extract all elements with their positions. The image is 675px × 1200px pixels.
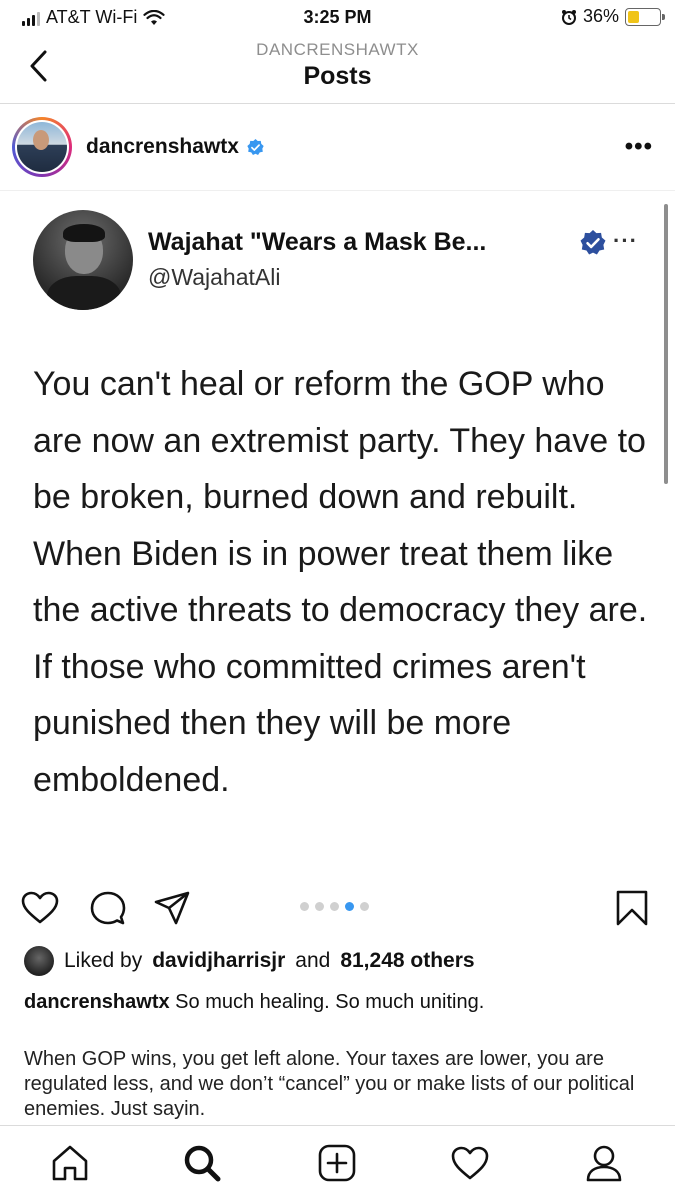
tweet-avatar <box>33 210 133 310</box>
new-post-icon <box>318 1144 356 1182</box>
share-button[interactable] <box>152 888 192 928</box>
caption-body: When GOP wins, you get left alone. Your … <box>24 1048 635 1120</box>
tab-search[interactable] <box>177 1138 227 1188</box>
tab-new-post[interactable] <box>312 1138 362 1188</box>
verified-badge-icon <box>247 138 264 155</box>
caption-username[interactable]: dancrenshawtx <box>24 991 170 1013</box>
carousel-dot <box>360 902 369 911</box>
tweet-handle: @WajahatAli <box>148 264 281 290</box>
bookmark-icon <box>616 890 648 926</box>
carousel-dot <box>300 902 309 911</box>
carousel-dots <box>300 902 369 911</box>
likes-count[interactable]: 81,248 others <box>340 949 474 973</box>
battery-fill <box>628 10 639 23</box>
tweet-verified-icon <box>580 230 606 255</box>
likes-prefix: Liked by <box>64 949 143 972</box>
caption: dancrenshawtx So much healing. So much u… <box>24 990 654 1015</box>
post-actions <box>0 880 675 936</box>
post-image[interactable]: Wajahat "Wears a Mask Be... ··· @Wajahat… <box>0 192 675 862</box>
activity-icon <box>451 1146 489 1180</box>
post-header: dancrenshawtx ••• <box>0 105 675 191</box>
more-options-button[interactable]: ••• <box>625 135 653 159</box>
avatar-image <box>17 122 67 172</box>
profile-icon <box>586 1145 622 1182</box>
share-icon <box>154 891 190 925</box>
battery-icon <box>625 7 665 26</box>
comment-button[interactable] <box>88 888 128 928</box>
page-title: Posts <box>303 62 372 90</box>
carousel-dot <box>330 902 339 911</box>
tab-home[interactable] <box>45 1138 95 1188</box>
tweet-text: You can't heal or reform the GOP who are… <box>33 365 648 799</box>
tweet-author-name: Wajahat "Wears a Mask Be... <box>148 228 487 256</box>
comment-icon <box>90 891 126 925</box>
like-button[interactable] <box>20 888 60 928</box>
save-button[interactable] <box>612 888 652 928</box>
likes-row[interactable]: Liked by davidjharrisjr and 81,248 other… <box>24 946 475 976</box>
tab-activity[interactable] <box>445 1138 495 1188</box>
search-icon <box>184 1145 221 1182</box>
status-right: 36% <box>561 6 665 27</box>
tab-bar <box>0 1125 675 1200</box>
scroll-indicator <box>664 204 668 484</box>
liker-username[interactable]: davidjharrisjr <box>152 949 285 973</box>
carousel-dot <box>315 902 324 911</box>
avatar[interactable] <box>12 117 72 177</box>
home-icon <box>52 1145 88 1181</box>
heart-icon <box>21 891 59 924</box>
likes-joiner: and <box>295 949 331 972</box>
battery-percent: 36% <box>582 6 619 26</box>
post-username-row[interactable]: dancrenshawtx <box>86 135 264 159</box>
nav-header: DANCRENSHAWTX Posts <box>0 36 675 104</box>
alarm-icon <box>561 9 576 25</box>
post-username[interactable]: dancrenshawtx <box>86 135 239 159</box>
header-subtitle: DANCRENSHAWTX <box>256 40 419 59</box>
tab-profile[interactable] <box>579 1138 629 1188</box>
liker-avatar <box>24 946 54 976</box>
status-bar: AT&T Wi-Fi 3:25 PM 36% <box>0 0 675 36</box>
caption-text: So much healing. So much uniting. <box>175 991 485 1013</box>
tweet-more-icon: ··· <box>613 228 638 253</box>
carousel-dot <box>345 902 354 911</box>
